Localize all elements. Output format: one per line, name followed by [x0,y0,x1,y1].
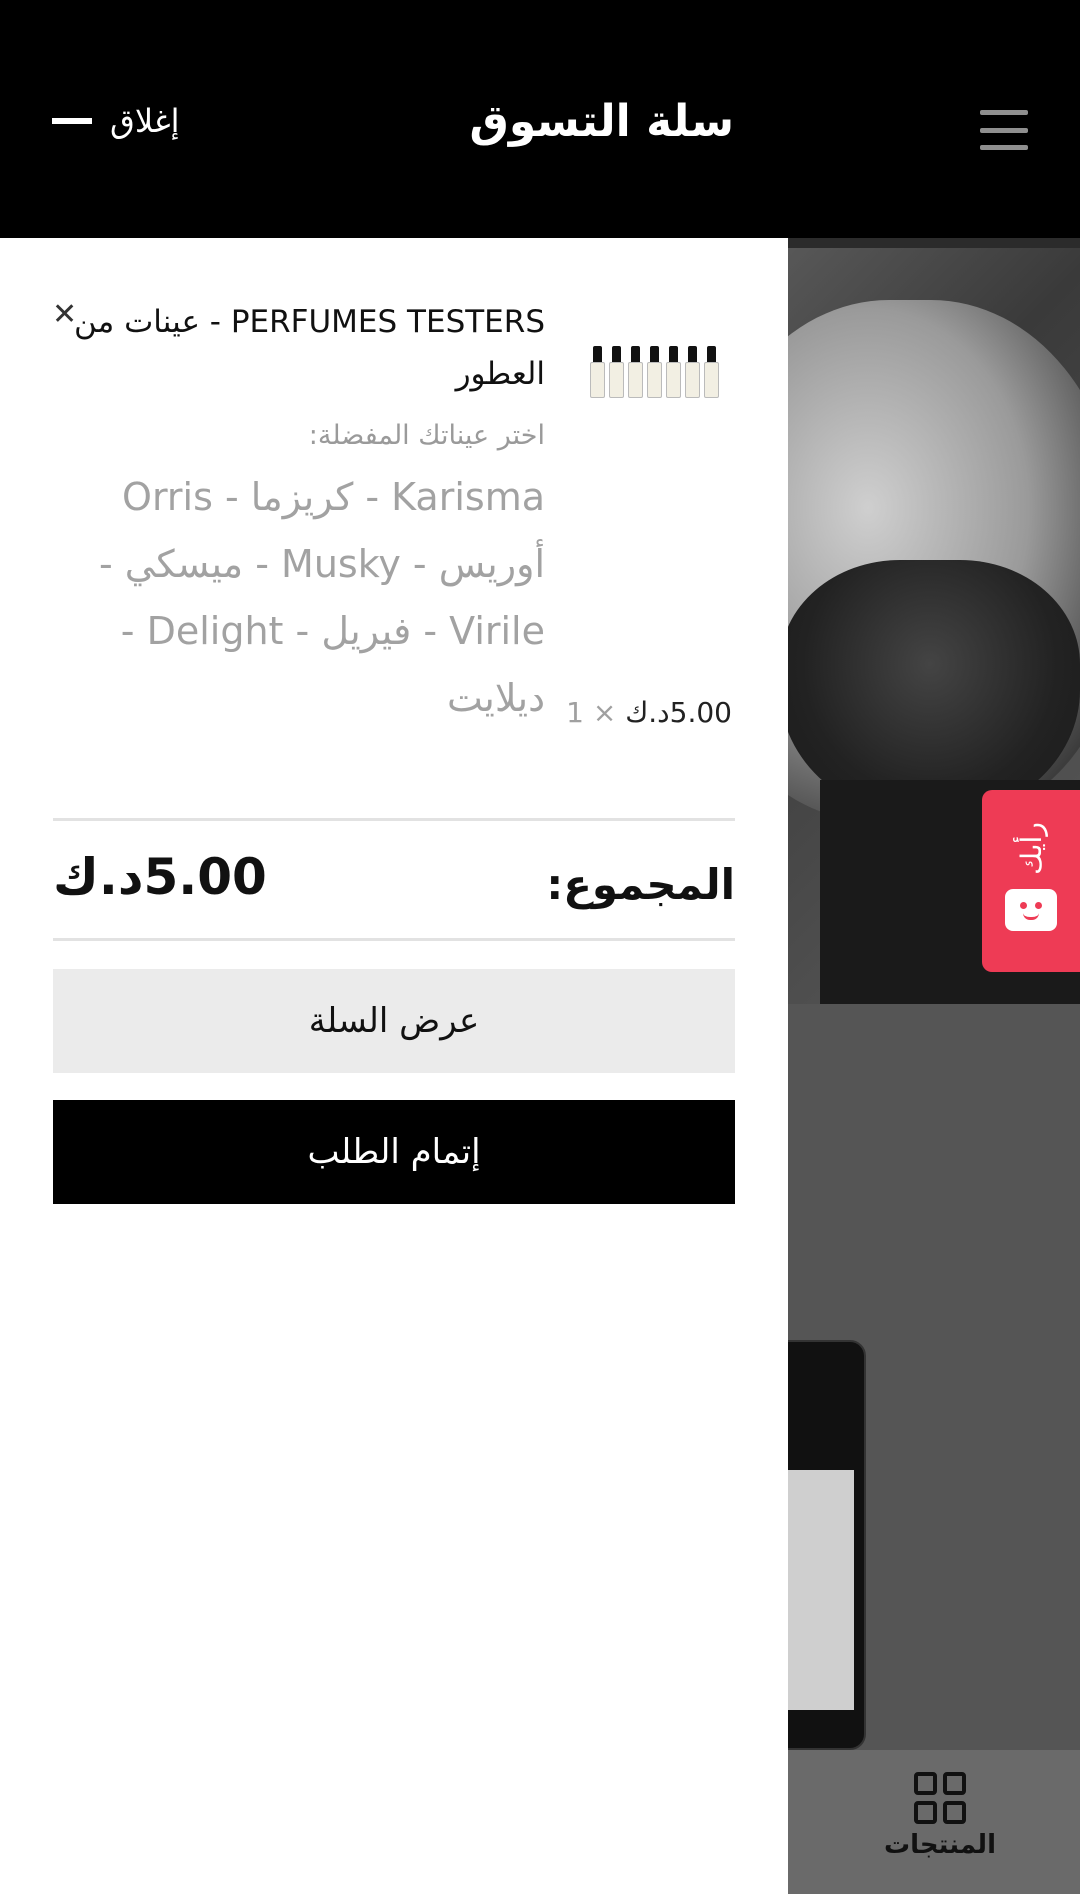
product-thumbnail[interactable] [590,340,722,398]
close-cart-button[interactable]: إغلاق [52,102,180,140]
bottom-nav-products-label: المنتجات [884,1830,996,1860]
feedback-face-icon [1005,888,1057,931]
close-dash-icon [52,118,92,124]
total-label: المجموع: [546,860,735,909]
item-variation-value: Karisma - كريزما - Orris أوريس - Musky -… [98,475,545,720]
hamburger-icon[interactable] [980,110,1028,150]
cart-header: إغلاق سلة التسوق [0,0,1080,238]
item-variation-label: اختر عيناتك المفضلة: [308,420,545,451]
multiply-sign: × [592,696,617,729]
feedback-label: رأيك [1014,821,1048,875]
divider [53,938,735,941]
view-cart-button[interactable]: عرض السلة [53,969,735,1073]
close-label: إغلاق [110,102,180,140]
bottom-nav-products[interactable]: المنتجات [880,1772,1000,1860]
cart-drawer: ✕ PERFUMES TESTERS - عينات من العطور اخت… [0,238,788,1894]
divider [53,818,735,821]
feedback-tab[interactable]: رأيك [982,790,1080,972]
cart-item: ✕ PERFUMES TESTERS - عينات من العطور اخت… [0,238,788,818]
item-title[interactable]: PERFUMES TESTERS - عينات من العطور [45,296,545,400]
grid-icon [914,1772,966,1824]
item-quantity-price: 1 × 5.00د.ك [566,696,732,729]
item-quantity: 1 [566,696,584,729]
total-value: 5.00د.ك [53,848,267,906]
checkout-button[interactable]: إتمام الطلب [53,1100,735,1204]
cart-title: سلة التسوق [469,96,735,147]
item-price: 5.00د.ك [625,696,732,729]
